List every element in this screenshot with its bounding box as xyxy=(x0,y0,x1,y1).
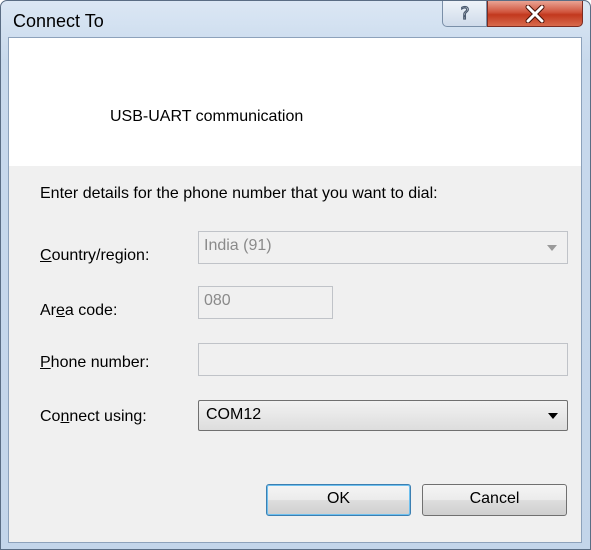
svg-text:?: ? xyxy=(460,4,469,23)
help-button[interactable]: ? xyxy=(442,1,487,27)
country-region-select[interactable]: India (91) xyxy=(198,231,568,264)
connect-to-dialog: Connect To ? USB-UART communication Ente… xyxy=(0,0,591,550)
header-pane: USB-UART communication xyxy=(9,38,581,166)
help-icon: ? xyxy=(460,3,470,23)
close-icon xyxy=(525,5,545,23)
close-button[interactable] xyxy=(487,1,583,27)
ok-button[interactable]: OK xyxy=(266,484,411,516)
area-code-field[interactable]: 080 xyxy=(198,286,333,319)
country-region-label: Country/region: xyxy=(40,247,150,264)
chevron-down-icon xyxy=(548,413,558,419)
title-bar[interactable]: Connect To ? xyxy=(1,1,590,37)
dialog-body: USB-UART communication Enter details for… xyxy=(8,37,582,543)
connection-name: USB-UART communication xyxy=(110,108,304,125)
phone-number-label: Phone number: xyxy=(40,354,150,371)
chevron-down-icon xyxy=(547,245,557,251)
phone-number-field[interactable] xyxy=(198,343,568,376)
country-region-value: India (91) xyxy=(204,237,272,254)
connect-using-value: COM12 xyxy=(206,406,262,423)
connect-using-label: Connect using: xyxy=(40,408,147,425)
instruction-text: Enter details for the phone number that … xyxy=(40,185,438,202)
area-code-label: Area code: xyxy=(40,302,118,319)
window-title: Connect To xyxy=(13,11,104,31)
cancel-button[interactable]: Cancel xyxy=(422,484,567,516)
connect-using-select[interactable]: COM12 xyxy=(198,400,568,431)
area-code-value: 080 xyxy=(204,292,231,309)
